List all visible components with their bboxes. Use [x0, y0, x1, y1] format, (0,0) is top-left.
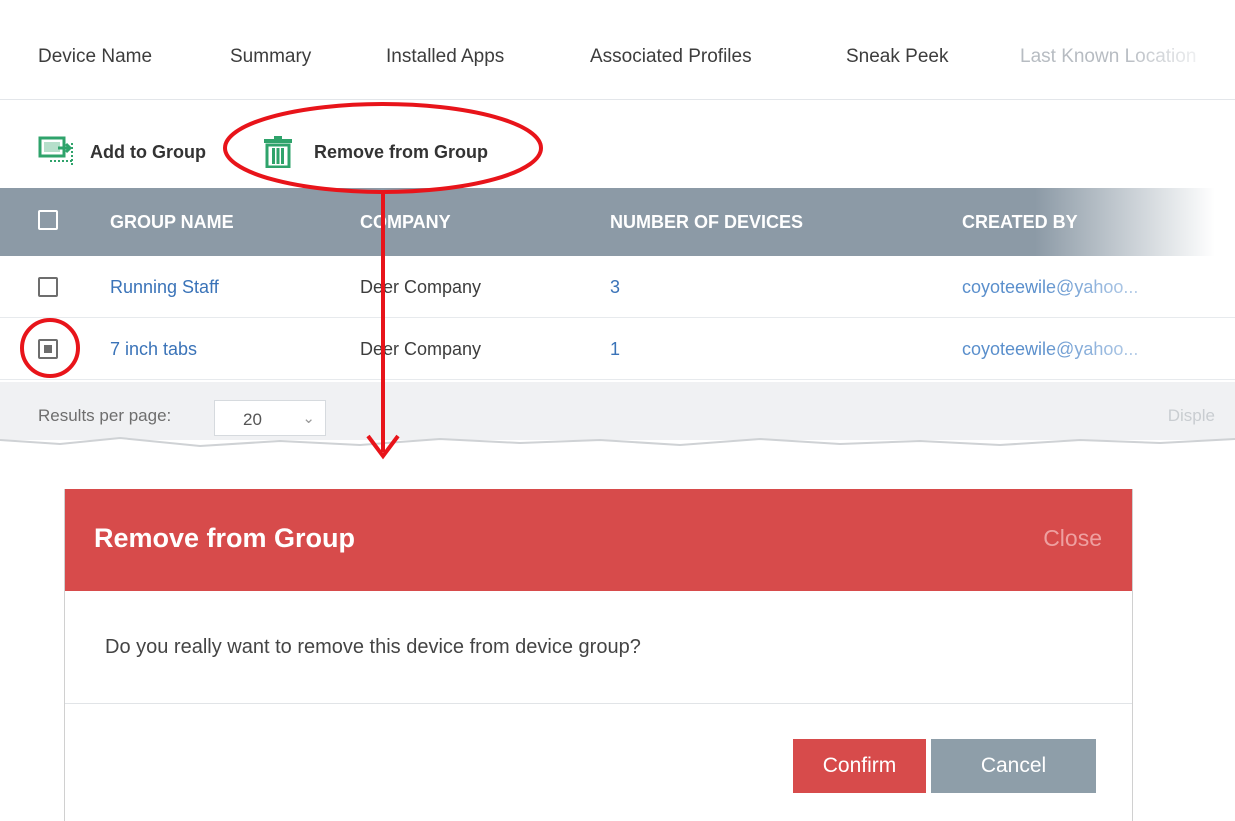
- dialog-header: Remove from Group Close: [65, 489, 1132, 591]
- dialog-close-button[interactable]: Close: [1043, 525, 1102, 552]
- tab-associated-profiles[interactable]: Associated Profiles: [590, 46, 752, 68]
- select-all-checkbox[interactable]: [38, 210, 58, 230]
- remove-from-group-dialog: Remove from Group Close Do you really wa…: [64, 489, 1133, 821]
- device-count-link[interactable]: 1: [610, 339, 620, 360]
- confirm-button[interactable]: Confirm: [793, 739, 926, 793]
- cancel-button[interactable]: Cancel: [931, 739, 1096, 793]
- tab-sneak-peek[interactable]: Sneak Peek: [846, 46, 948, 68]
- trash-icon: [264, 136, 292, 168]
- add-to-group-button[interactable]: Add to Group: [38, 132, 206, 172]
- group-name-link[interactable]: Running Staff: [110, 277, 219, 298]
- remove-from-group-label: Remove from Group: [314, 141, 489, 162]
- truncated-cell: 2: [1212, 339, 1223, 359]
- column-header-company[interactable]: COMPANY: [360, 212, 451, 233]
- display-count-text: Disple: [1167, 406, 1215, 425]
- tab-bar: Device Name Summary Installed Apps Assoc…: [0, 0, 1235, 100]
- remove-from-group-button[interactable]: Remove from Group: [264, 132, 488, 172]
- add-to-group-label: Add to Group: [90, 141, 206, 162]
- dialog-title: Remove from Group: [94, 523, 356, 553]
- table-header: GROUP NAME COMPANY NUMBER OF DEVICES CRE…: [0, 188, 1235, 256]
- column-header-group-name[interactable]: GROUP NAME: [110, 212, 234, 233]
- tab-last-known-location[interactable]: Last Known Location: [1020, 46, 1196, 68]
- groups-table: GROUP NAME COMPANY NUMBER OF DEVICES CRE…: [0, 188, 1235, 380]
- company-cell: Deer Company: [360, 339, 482, 359]
- company-cell: Deer Company: [360, 277, 482, 297]
- results-per-page-value: 20: [243, 410, 262, 429]
- dialog-divider: [65, 703, 1132, 704]
- tab-summary[interactable]: Summary: [230, 46, 311, 68]
- dialog-message: Do you really want to remove this device…: [105, 636, 641, 658]
- column-header-number-of-devices[interactable]: NUMBER OF DEVICES: [610, 212, 803, 233]
- results-per-page-label: Results per page:: [38, 406, 172, 425]
- row-checkbox-checked[interactable]: [38, 339, 58, 359]
- tab-device-name[interactable]: Device Name: [38, 46, 152, 68]
- table-row[interactable]: 7 inch tabs Deer Company 1 coyoteewile@y…: [0, 318, 1235, 380]
- created-by-cell: coyoteewile@yahoo...: [962, 339, 1139, 359]
- table-row[interactable]: Running Staff Deer Company 3 coyoteewile…: [0, 256, 1235, 318]
- device-count-link[interactable]: 3: [610, 277, 620, 298]
- tab-installed-apps[interactable]: Installed Apps: [386, 46, 504, 68]
- truncated-cell: 2: [1212, 277, 1223, 297]
- row-checkbox[interactable]: [38, 277, 58, 297]
- add-to-group-icon: [38, 135, 78, 169]
- chevron-down-icon: ⌄: [302, 410, 315, 427]
- created-by-cell: coyoteewile@yahoo...: [962, 277, 1139, 297]
- group-name-link[interactable]: 7 inch tabs: [110, 339, 197, 360]
- torn-edge: [0, 436, 1235, 470]
- table-header-fade: [1035, 188, 1235, 256]
